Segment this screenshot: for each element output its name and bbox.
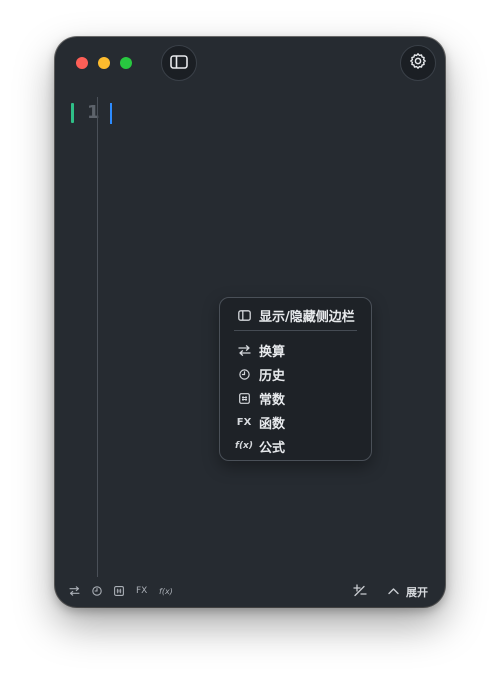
toggle-sidebar-button[interactable] (161, 45, 197, 81)
minimize-window-button[interactable] (98, 57, 110, 69)
f-of-x-icon[interactable]: f(x) (159, 585, 173, 597)
expand-button-label[interactable]: 展开 (406, 584, 428, 600)
hash-box-icon[interactable] (114, 585, 124, 597)
chevron-up-icon[interactable] (388, 585, 399, 597)
clock-icon[interactable] (92, 585, 102, 597)
menu-item-label: 常数 (259, 392, 286, 408)
current-line-marker (71, 103, 74, 123)
text-caret (110, 103, 112, 124)
gutter-divider (97, 97, 98, 577)
gear-icon (409, 52, 427, 74)
swap-arrows-icon (237, 344, 251, 356)
settings-button[interactable] (400, 45, 436, 81)
menu-item-formulas[interactable]: f(x) 公式 (220, 435, 371, 457)
fx-icon[interactable]: FX (136, 585, 147, 597)
menu-item-label: 公式 (259, 440, 286, 456)
menu-item-label: 历史 (259, 368, 286, 384)
fx-icon: FX (236, 416, 252, 428)
menu-item-toggle-sidebar[interactable]: 显示/隐藏侧边栏 (220, 304, 371, 326)
menu-item-functions[interactable]: FX 函数 (220, 411, 371, 433)
f-of-x-icon: f(x) (235, 441, 253, 451)
sidebar-icon (237, 309, 251, 321)
menu-item-conversion[interactable]: 换算 (220, 339, 371, 361)
menu-item-history[interactable]: 历史 (220, 363, 371, 385)
menu-item-label: 换算 (259, 344, 286, 360)
hash-box-icon (237, 392, 251, 404)
menu-separator (234, 330, 357, 331)
swap-arrows-icon[interactable] (69, 585, 80, 597)
close-window-button[interactable] (76, 57, 88, 69)
sidebar-icon (170, 54, 188, 73)
menu-item-label: 显示/隐藏侧边栏 (259, 309, 355, 325)
clock-icon (237, 368, 251, 380)
plus-minus-icon[interactable] (353, 583, 367, 596)
menu-item-label: 函数 (259, 416, 286, 432)
context-menu: 显示/隐藏侧边栏 换算 历史 常数 FX 函数 f(x) 公式 (219, 297, 372, 461)
zoom-window-button[interactable] (120, 57, 132, 69)
menu-item-constants[interactable]: 常数 (220, 387, 371, 409)
app-window: 1 显示/隐藏侧边栏 换算 历史 常数 FX 函数 f(x) 公式 FX f(x… (55, 37, 445, 607)
